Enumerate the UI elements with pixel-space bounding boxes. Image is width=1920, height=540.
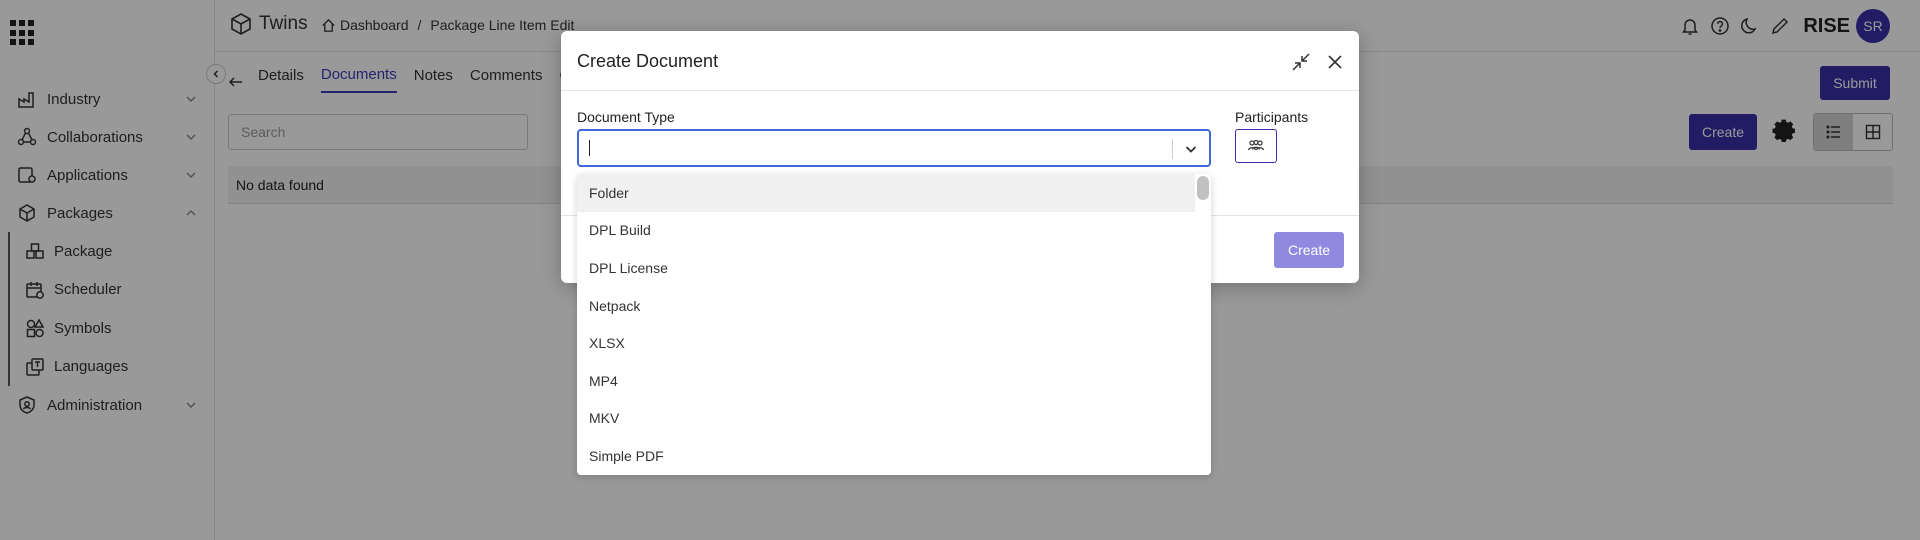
option-dpl-license[interactable]: DPL License	[577, 249, 1195, 287]
close-icon[interactable]	[1323, 50, 1347, 74]
option-folder[interactable]: Folder	[577, 174, 1195, 212]
dialog-create-button[interactable]: Create	[1274, 232, 1344, 268]
text-caret	[589, 140, 590, 156]
document-type-select[interactable]	[577, 129, 1211, 167]
participants-label: Participants	[1235, 109, 1309, 125]
document-type-label: Document Type	[577, 109, 675, 125]
select-separator	[1172, 139, 1173, 159]
dialog-header-divider	[561, 90, 1359, 91]
option-dpl-build[interactable]: DPL Build	[577, 212, 1195, 250]
option-netpack[interactable]: Netpack	[577, 287, 1195, 325]
document-type-dropdown: Folder DPL Build DPL License Netpack XLS…	[577, 174, 1211, 475]
participants-button[interactable]	[1235, 129, 1277, 163]
users-icon	[1247, 139, 1265, 151]
option-mp4[interactable]: MP4	[577, 362, 1195, 400]
minimize-icon[interactable]	[1289, 50, 1313, 74]
option-simple-pdf[interactable]: Simple PDF	[577, 437, 1195, 475]
option-xlsx[interactable]: XLSX	[577, 324, 1195, 362]
dialog-title: Create Document	[577, 51, 719, 71]
dropdown-scrollbar[interactable]	[1197, 176, 1209, 200]
chevron-down-icon[interactable]	[1183, 141, 1199, 157]
option-mkv[interactable]: MKV	[577, 400, 1195, 438]
